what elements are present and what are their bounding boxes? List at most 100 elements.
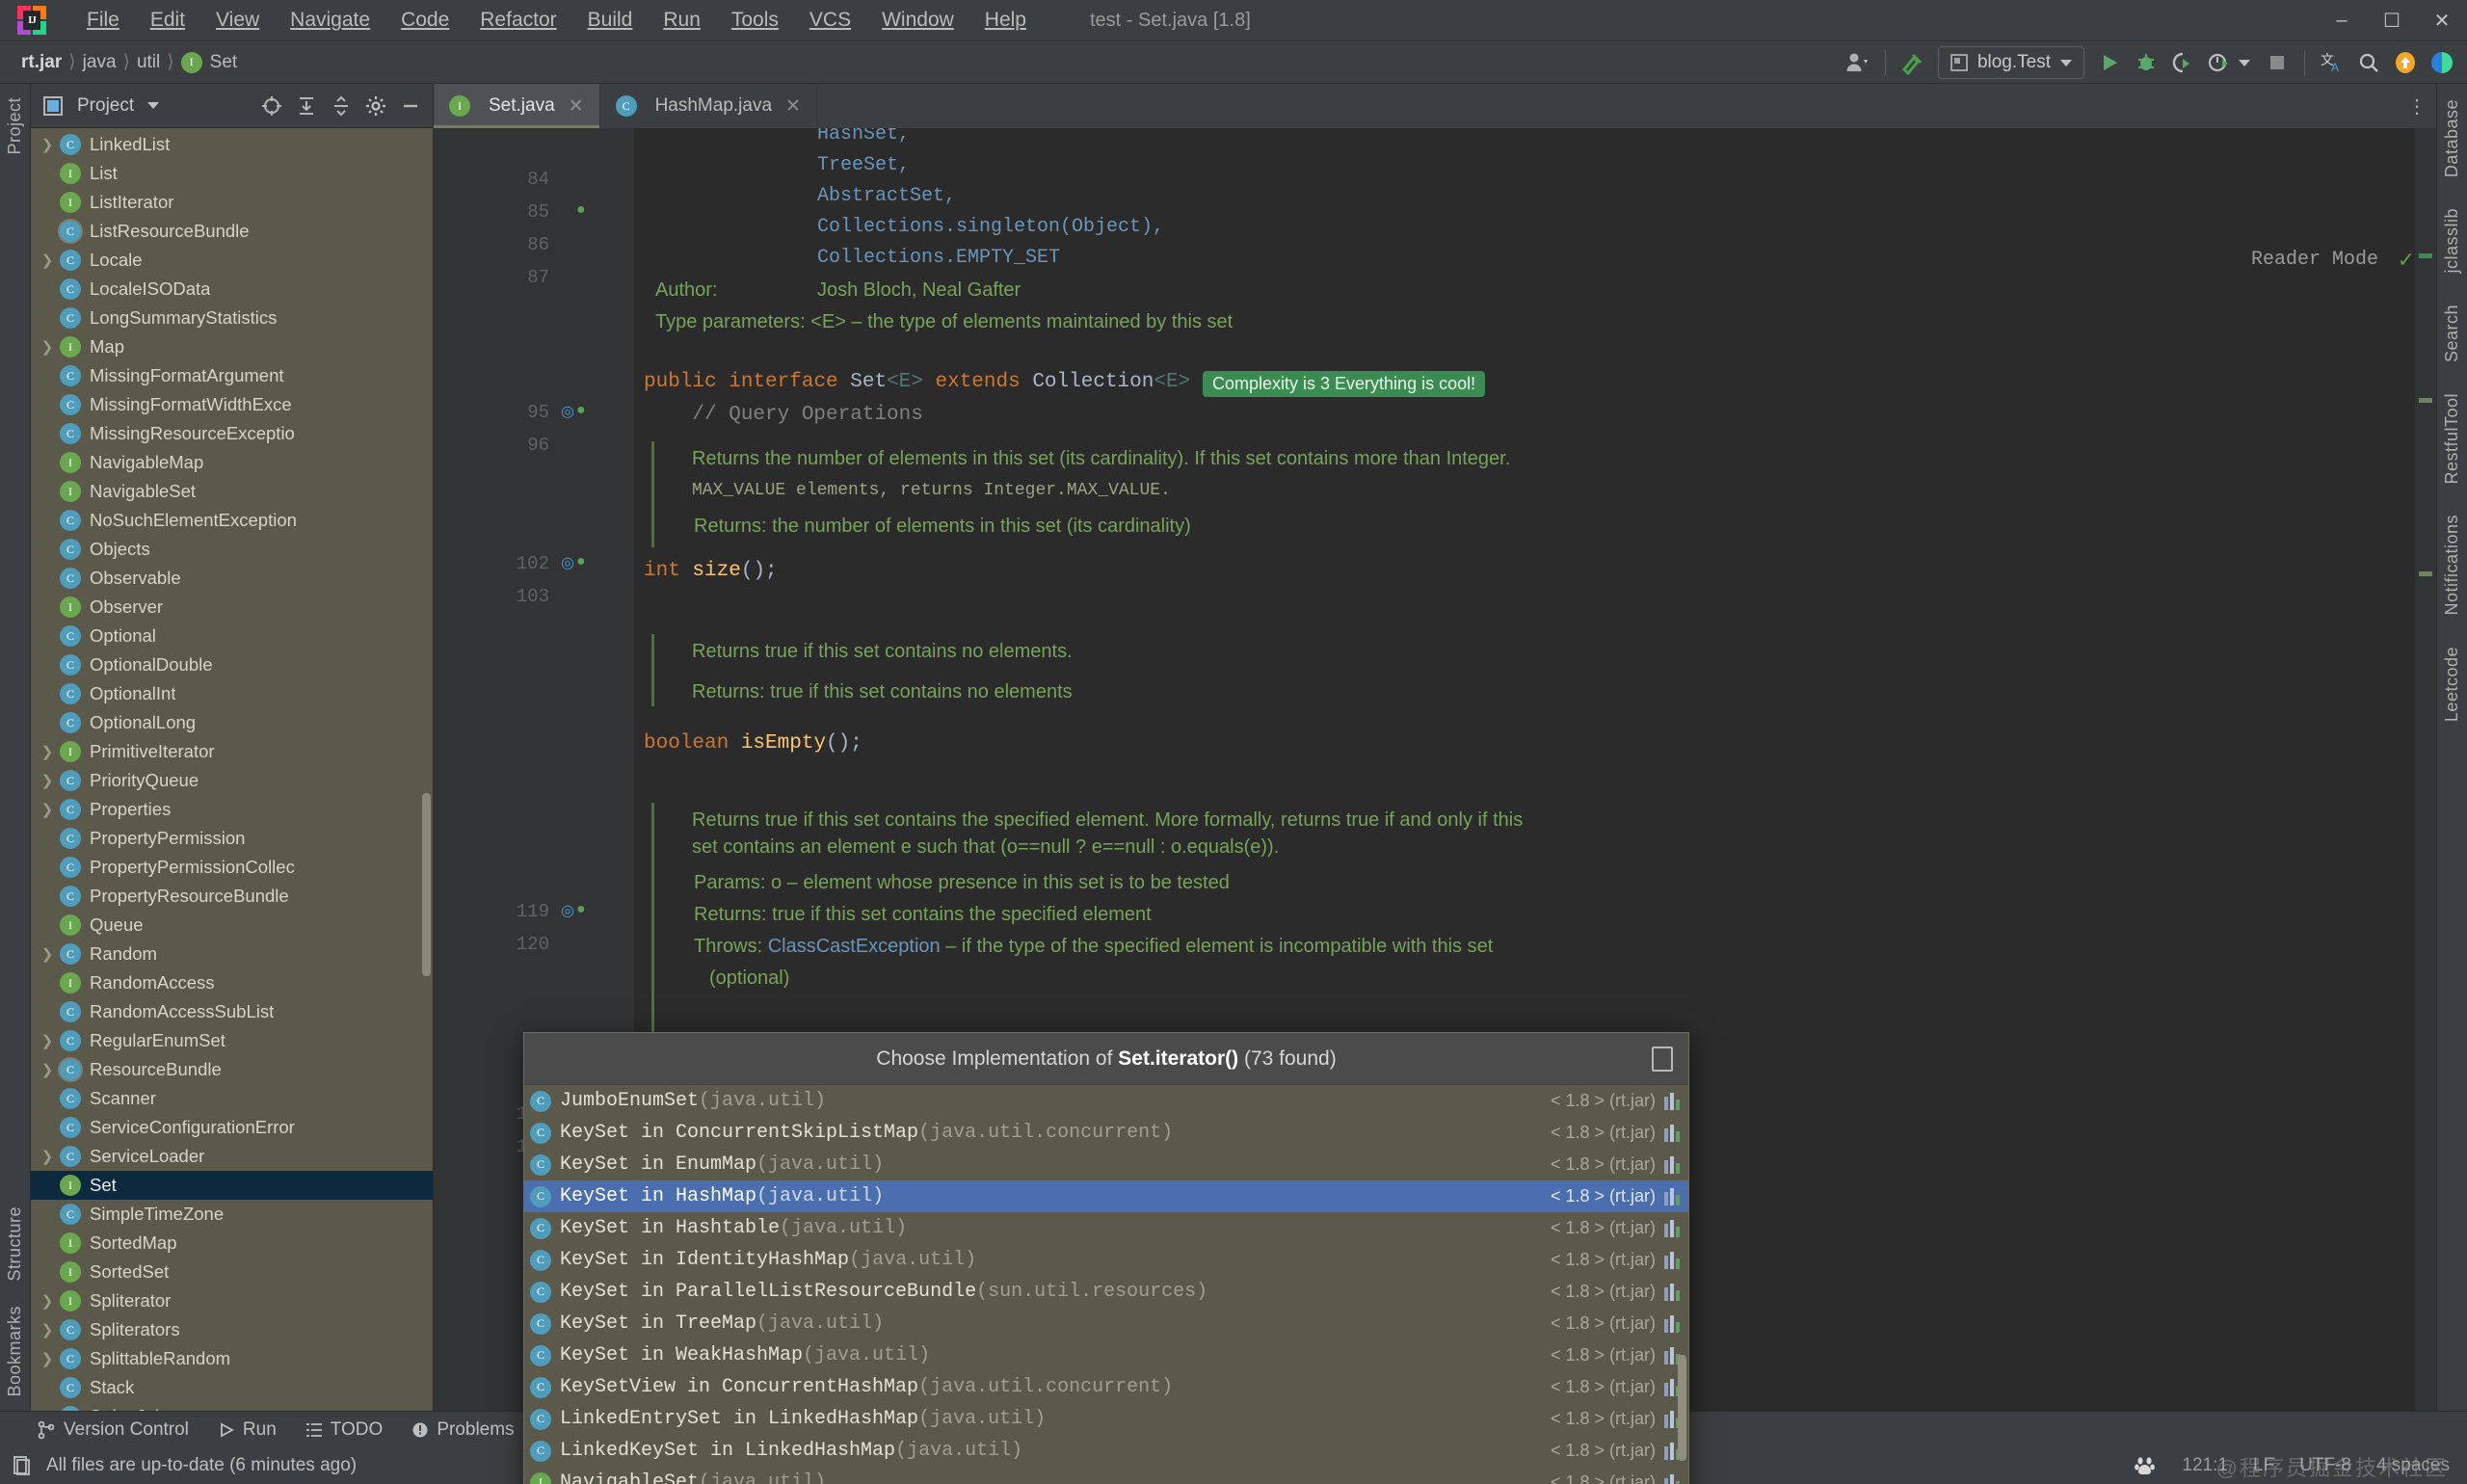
tree-item-observer[interactable]: ❯IObserver [31, 593, 433, 622]
tree-item-spliterators[interactable]: ❯CSpliterators [31, 1315, 433, 1344]
code-line-85[interactable]: public interface Set<E> extends Collecti… [644, 371, 1214, 393]
tree-item-map[interactable]: ❯IMap [31, 332, 433, 361]
popup-item-list[interactable]: CJumboEnumSet (java.util)< 1.8 > (rt.jar… [524, 1085, 1688, 1484]
popup-scrollbar[interactable] [1678, 1355, 1686, 1461]
gutter-implementation-marker-icon[interactable]: ● [576, 402, 586, 419]
minimize-button[interactable]: – [2317, 0, 2367, 41]
popup-list-item[interactable]: CKeySet in IdentityHashMap (java.util)< … [524, 1244, 1688, 1276]
tree-item-propertyresourcebundle[interactable]: ❯CPropertyResourceBundle [31, 882, 433, 911]
file-encoding[interactable]: UTF-8 [2299, 1455, 2351, 1476]
javadoc-classcastexception-link[interactable]: ClassCastException [768, 936, 941, 957]
tree-item-missingresourceexceptio[interactable]: ❯CMissingResourceExceptio [31, 419, 433, 448]
choose-implementation-popup[interactable]: Choose Implementation of Set.iterator() … [523, 1032, 1689, 1484]
menu-build[interactable]: Build [572, 5, 649, 35]
rail-item-search[interactable]: Search [2442, 299, 2462, 368]
gutter-implementation-marker-icon[interactable]: ◎ [561, 901, 574, 920]
bottom-item-problems[interactable]: Problems [411, 1419, 514, 1441]
update-icon[interactable] [2388, 45, 2423, 80]
breadcrumb-rtjar[interactable]: rt.jar [15, 50, 67, 75]
tree-item-navigablemap[interactable]: ❯INavigableMap [31, 448, 433, 477]
tree-item-random[interactable]: ❯CRandom [31, 940, 433, 968]
maximize-button[interactable]: ☐ [2367, 0, 2417, 41]
popup-list-item[interactable]: CJumboEnumSet (java.util)< 1.8 > (rt.jar… [524, 1085, 1688, 1117]
tree-item-missingformatwidthexce[interactable]: ❯CMissingFormatWidthExce [31, 390, 433, 419]
tree-item-list[interactable]: ❯IList [31, 159, 433, 188]
tree-item-primitiveiterator[interactable]: ❯IPrimitiveIterator [31, 737, 433, 766]
popup-list-item[interactable]: CKeySet in ParallelListResourceBundle (s… [524, 1276, 1688, 1308]
code-line-86[interactable]: // Query Operations [644, 404, 923, 426]
rail-item-leetcode[interactable]: Leetcode [2442, 641, 2462, 728]
locate-icon[interactable] [257, 92, 286, 120]
rail-item-database[interactable]: Database [2442, 93, 2462, 183]
tree-item-serviceconfigurationerror[interactable]: ❯CServiceConfigurationError [31, 1113, 433, 1142]
menu-view[interactable]: View [200, 5, 275, 35]
tree-item-sortedset[interactable]: ❯ISortedSet [31, 1258, 433, 1286]
baidu-paw-icon[interactable] [2134, 1454, 2157, 1477]
menu-navigate[interactable]: Navigate [275, 5, 385, 35]
tree-item-randomaccesssublist[interactable]: ❯CRandomAccessSubList [31, 997, 433, 1026]
indent-setting[interactable]: 4 spaces [2376, 1455, 2450, 1476]
tree-item-linkedlist[interactable]: ❯CLinkedList [31, 130, 433, 159]
project-tree-scrollbar[interactable] [422, 793, 431, 976]
chevron-right-icon[interactable]: ❯ [35, 1321, 60, 1338]
debug-icon[interactable] [2129, 45, 2163, 80]
bottom-item-run[interactable]: Run [218, 1419, 277, 1441]
tab-set-java[interactable]: I Set.java ✕ [434, 84, 600, 128]
settings-gear-icon[interactable] [361, 92, 390, 120]
gutter-implementation-marker-icon[interactable]: ◎ [561, 402, 574, 421]
tree-item-observable[interactable]: ❯CObservable [31, 564, 433, 593]
ai-assistant-icon[interactable] [2425, 45, 2459, 80]
tree-item-locale[interactable]: ❯CLocale [31, 246, 433, 275]
bottom-item-todo[interactable]: TODO [305, 1419, 384, 1441]
tree-item-regularenumset[interactable]: ❯CRegularEnumSet [31, 1026, 433, 1055]
chevron-right-icon[interactable]: ❯ [35, 1148, 60, 1165]
tree-item-stack[interactable]: ❯CStack [31, 1373, 433, 1402]
user-avatar-icon[interactable] [1841, 45, 1875, 80]
tree-item-properties[interactable]: ❯CProperties [31, 795, 433, 824]
popup-list-item[interactable]: CLinkedKeySet in LinkedHashMap (java.uti… [524, 1435, 1688, 1467]
inspection-status-icon[interactable]: ✓ [2398, 249, 2415, 274]
chevron-down-icon[interactable] [2239, 60, 2250, 66]
tree-item-localeisodata[interactable]: ❯CLocaleISOData [31, 275, 433, 304]
chevron-down-icon[interactable] [147, 102, 159, 109]
chevron-right-icon[interactable]: ❯ [35, 772, 60, 789]
gutter-implementation-marker-icon[interactable]: ● [576, 901, 586, 918]
gutter-implementation-marker-icon[interactable]: ◎ [561, 553, 574, 572]
tree-item-longsummarystatistics[interactable]: ❯CLongSummaryStatistics [31, 304, 433, 332]
gutter-implementation-marker-icon[interactable]: ● [576, 553, 586, 570]
popup-list-item[interactable]: CKeySet in WeakHashMap (java.util)< 1.8 … [524, 1339, 1688, 1371]
tree-item-optionaldouble[interactable]: ❯COptionalDouble [31, 650, 433, 679]
tree-item-missingformatargument[interactable]: ❯CMissingFormatArgument [31, 361, 433, 390]
error-stripe-marker-bar[interactable] [2415, 128, 2436, 1411]
tree-item-navigableset[interactable]: ❯INavigableSet [31, 477, 433, 506]
menu-help[interactable]: Help [969, 5, 1042, 35]
chevron-right-icon[interactable]: ❯ [35, 252, 60, 269]
caret-position[interactable]: 121:1 [2182, 1455, 2228, 1476]
tree-item-nosuchelementexception[interactable]: ❯CNoSuchElementException [31, 506, 433, 535]
line-separator[interactable]: LF [2253, 1455, 2274, 1476]
tree-item-spliterator[interactable]: ❯ISpliterator [31, 1286, 433, 1315]
chevron-right-icon[interactable]: ❯ [35, 136, 60, 153]
tree-item-resourcebundle[interactable]: ❯CResourceBundle [31, 1055, 433, 1084]
search-everywhere-icon[interactable] [2351, 45, 2386, 80]
menu-bar[interactable]: File Edit View Navigate Code Refactor Bu… [71, 5, 1042, 35]
menu-code[interactable]: Code [385, 5, 464, 35]
pin-window-icon[interactable] [1652, 1047, 1673, 1072]
rail-item-bookmarks[interactable]: Bookmarks [5, 1300, 25, 1403]
popup-list-item[interactable]: INavigableSet (java.util)< 1.8 > (rt.jar… [524, 1467, 1688, 1484]
reader-mode-label[interactable]: Reader Mode [2251, 249, 2378, 271]
collapse-all-icon[interactable] [327, 92, 356, 120]
tree-item-optionallong[interactable]: ❯COptionalLong [31, 708, 433, 737]
stop-icon[interactable] [2260, 45, 2295, 80]
run-icon[interactable] [2092, 45, 2127, 80]
popup-list-item[interactable]: CLinkedEntrySet in LinkedHashMap (java.u… [524, 1403, 1688, 1435]
rail-item-restfultool[interactable]: RestfulTool [2442, 387, 2462, 490]
close-icon[interactable]: ✕ [785, 95, 801, 118]
gutter-implementation-marker-icon[interactable]: ● [576, 201, 586, 219]
rail-item-notifications[interactable]: Notifications [2442, 509, 2462, 622]
rail-item-jclasslib[interactable]: jclasslib [2442, 202, 2462, 279]
popup-list-item[interactable]: CKeySet in HashMap (java.util)< 1.8 > (r… [524, 1180, 1688, 1212]
translate-icon[interactable]: 文A [2315, 45, 2349, 80]
breadcrumb-set[interactable]: Set [210, 50, 244, 75]
run-configuration-selector[interactable]: blog.Test [1938, 46, 2084, 79]
